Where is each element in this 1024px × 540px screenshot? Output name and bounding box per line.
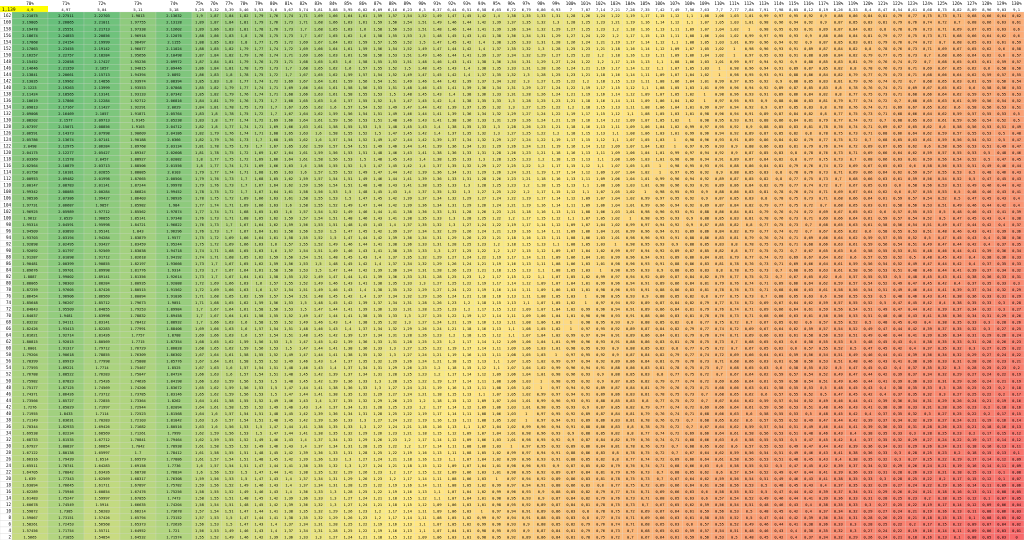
spreadsheet-heatmap: 1,13970%4,971%4,9772%5,0473%5,1174%5,187… bbox=[0, 0, 1024, 540]
